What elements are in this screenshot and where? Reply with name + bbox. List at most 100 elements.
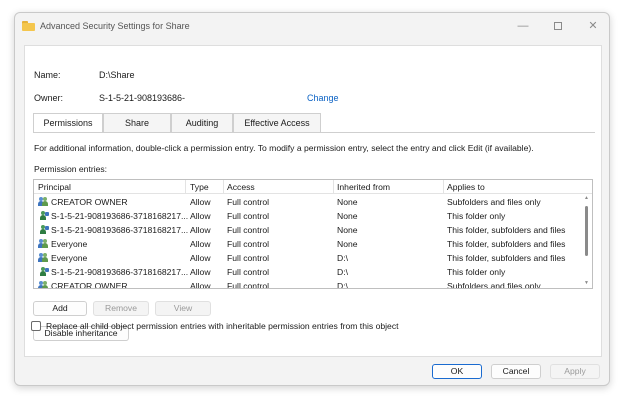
name-label: Name: bbox=[34, 70, 61, 80]
maximize-icon bbox=[554, 22, 562, 30]
permission-entries-list[interactable]: Principal Type Access Inherited from App… bbox=[33, 179, 593, 289]
principal-name: S-1-5-21-908193686-3718168217... bbox=[51, 211, 188, 221]
apply-button[interactable]: Apply bbox=[550, 364, 600, 379]
owner-label: Owner: bbox=[34, 93, 64, 103]
table-row[interactable]: S-1-5-21-908193686-3718168217... Allow F… bbox=[34, 265, 582, 279]
principal-name: S-1-5-21-908193686-3718168217... bbox=[51, 267, 188, 277]
tab-share[interactable]: Share bbox=[103, 113, 171, 132]
type-cell: Allow bbox=[190, 267, 211, 277]
cancel-button[interactable]: Cancel bbox=[491, 364, 541, 379]
tab-auditing[interactable]: Auditing bbox=[171, 113, 233, 132]
applies-cell: This folder only bbox=[447, 211, 506, 221]
access-cell: Full control bbox=[227, 197, 270, 207]
access-cell: Full control bbox=[227, 281, 270, 289]
user-icon bbox=[38, 211, 49, 220]
type-cell: Allow bbox=[190, 197, 211, 207]
header-type[interactable]: Type bbox=[190, 182, 209, 192]
access-cell: Full control bbox=[227, 211, 270, 221]
principal-cell: S-1-5-21-908193686-3718168217... bbox=[38, 211, 188, 221]
table-row[interactable]: Everyone Allow Full control D:\ This fol… bbox=[34, 251, 582, 265]
type-cell: Allow bbox=[190, 225, 211, 235]
tab-effective-access[interactable]: Effective Access bbox=[233, 113, 321, 132]
remove-button[interactable]: Remove bbox=[93, 301, 149, 316]
type-cell: Allow bbox=[190, 253, 211, 263]
inherited-cell: None bbox=[337, 225, 358, 235]
group-icon bbox=[38, 239, 49, 248]
vertical-scrollbar[interactable]: ▲ ▼ bbox=[582, 194, 592, 288]
tab-divider bbox=[33, 132, 595, 133]
applies-cell: Subfolders and files only bbox=[447, 197, 541, 207]
header-separator bbox=[443, 180, 444, 194]
applies-cell: This folder, subfolders and files bbox=[447, 253, 566, 263]
applies-cell: This folder, subfolders and files bbox=[447, 239, 566, 249]
replace-child-permissions-checkbox[interactable] bbox=[31, 321, 41, 331]
principal-cell: CREATOR OWNER bbox=[38, 197, 188, 207]
advanced-security-window: Advanced Security Settings for Share — ✕… bbox=[14, 12, 610, 386]
tab-permissions[interactable]: Permissions bbox=[33, 113, 103, 133]
scrollbar-thumb[interactable] bbox=[585, 206, 588, 256]
table-row[interactable]: CREATOR OWNER Allow Full control D:\ Sub… bbox=[34, 279, 582, 289]
principal-name: CREATOR OWNER bbox=[51, 281, 128, 289]
permission-entries-label: Permission entries: bbox=[34, 164, 108, 174]
principal-name: Everyone bbox=[51, 253, 88, 263]
principal-cell: CREATOR OWNER bbox=[38, 281, 188, 289]
type-cell: Allow bbox=[190, 281, 211, 289]
table-row[interactable]: S-1-5-21-908193686-3718168217... Allow F… bbox=[34, 209, 582, 223]
principal-cell: Everyone bbox=[38, 239, 188, 249]
inherited-cell: None bbox=[337, 211, 358, 221]
inherited-cell: None bbox=[337, 239, 358, 249]
principal-cell: S-1-5-21-908193686-3718168217... bbox=[38, 267, 188, 277]
principal-name: S-1-5-21-908193686-3718168217... bbox=[51, 225, 188, 235]
header-access[interactable]: Access bbox=[227, 182, 255, 192]
inherited-cell: D:\ bbox=[337, 253, 348, 263]
scroll-up-icon[interactable]: ▲ bbox=[584, 195, 589, 201]
folder-icon bbox=[22, 21, 35, 31]
view-button[interactable]: View bbox=[155, 301, 211, 316]
minimize-button[interactable]: — bbox=[506, 13, 540, 39]
access-cell: Full control bbox=[227, 239, 270, 249]
table-row[interactable]: Everyone Allow Full control None This fo… bbox=[34, 237, 582, 251]
principal-name: Everyone bbox=[51, 239, 88, 249]
maximize-button[interactable] bbox=[541, 13, 575, 39]
access-cell: Full control bbox=[227, 225, 270, 235]
group-icon bbox=[38, 281, 49, 288]
header-applies-to[interactable]: Applies to bbox=[447, 182, 485, 192]
type-cell: Allow bbox=[190, 239, 211, 249]
title-bar: Advanced Security Settings for Share — ✕ bbox=[15, 13, 609, 39]
scroll-down-icon[interactable]: ▼ bbox=[584, 280, 589, 286]
inherited-cell: None bbox=[337, 197, 358, 207]
inherited-cell: D:\ bbox=[337, 281, 348, 289]
principal-name: CREATOR OWNER bbox=[51, 197, 128, 207]
header-separator bbox=[185, 180, 186, 194]
applies-cell: Subfolders and files only bbox=[447, 281, 541, 289]
access-cell: Full control bbox=[227, 253, 270, 263]
principal-cell: S-1-5-21-908193686-3718168217... bbox=[38, 225, 188, 235]
user-icon bbox=[38, 267, 49, 276]
header-separator bbox=[223, 180, 224, 194]
window-title: Advanced Security Settings for Share bbox=[40, 21, 190, 31]
group-icon bbox=[38, 197, 49, 206]
access-cell: Full control bbox=[227, 267, 270, 277]
close-button[interactable]: ✕ bbox=[576, 13, 609, 39]
name-value: D:\Share bbox=[99, 70, 135, 80]
replace-child-permissions-label: Replace all child object permission entr… bbox=[46, 321, 399, 331]
change-owner-link[interactable]: Change bbox=[307, 93, 339, 103]
inherited-cell: D:\ bbox=[337, 267, 348, 277]
table-row[interactable]: S-1-5-21-908193686-3718168217... Allow F… bbox=[34, 223, 582, 237]
owner-value: S-1-5-21-908193686- bbox=[99, 93, 186, 103]
type-cell: Allow bbox=[190, 211, 211, 221]
list-header: Principal Type Access Inherited from App… bbox=[34, 180, 592, 194]
applies-cell: This folder, subfolders and files bbox=[447, 225, 566, 235]
group-icon bbox=[38, 253, 49, 262]
table-row[interactable]: CREATOR OWNER Allow Full control None Su… bbox=[34, 195, 582, 209]
content-panel: Name: D:\Share Owner: S-1-5-21-908193686… bbox=[24, 45, 602, 357]
ok-button[interactable]: OK bbox=[432, 364, 482, 379]
header-separator bbox=[333, 180, 334, 194]
applies-cell: This folder only bbox=[447, 267, 506, 277]
user-icon bbox=[38, 225, 49, 234]
add-button[interactable]: Add bbox=[33, 301, 87, 316]
principal-cell: Everyone bbox=[38, 253, 188, 263]
header-inherited-from[interactable]: Inherited from bbox=[337, 182, 390, 192]
help-text: For additional information, double-click… bbox=[34, 143, 534, 153]
header-principal[interactable]: Principal bbox=[38, 182, 71, 192]
